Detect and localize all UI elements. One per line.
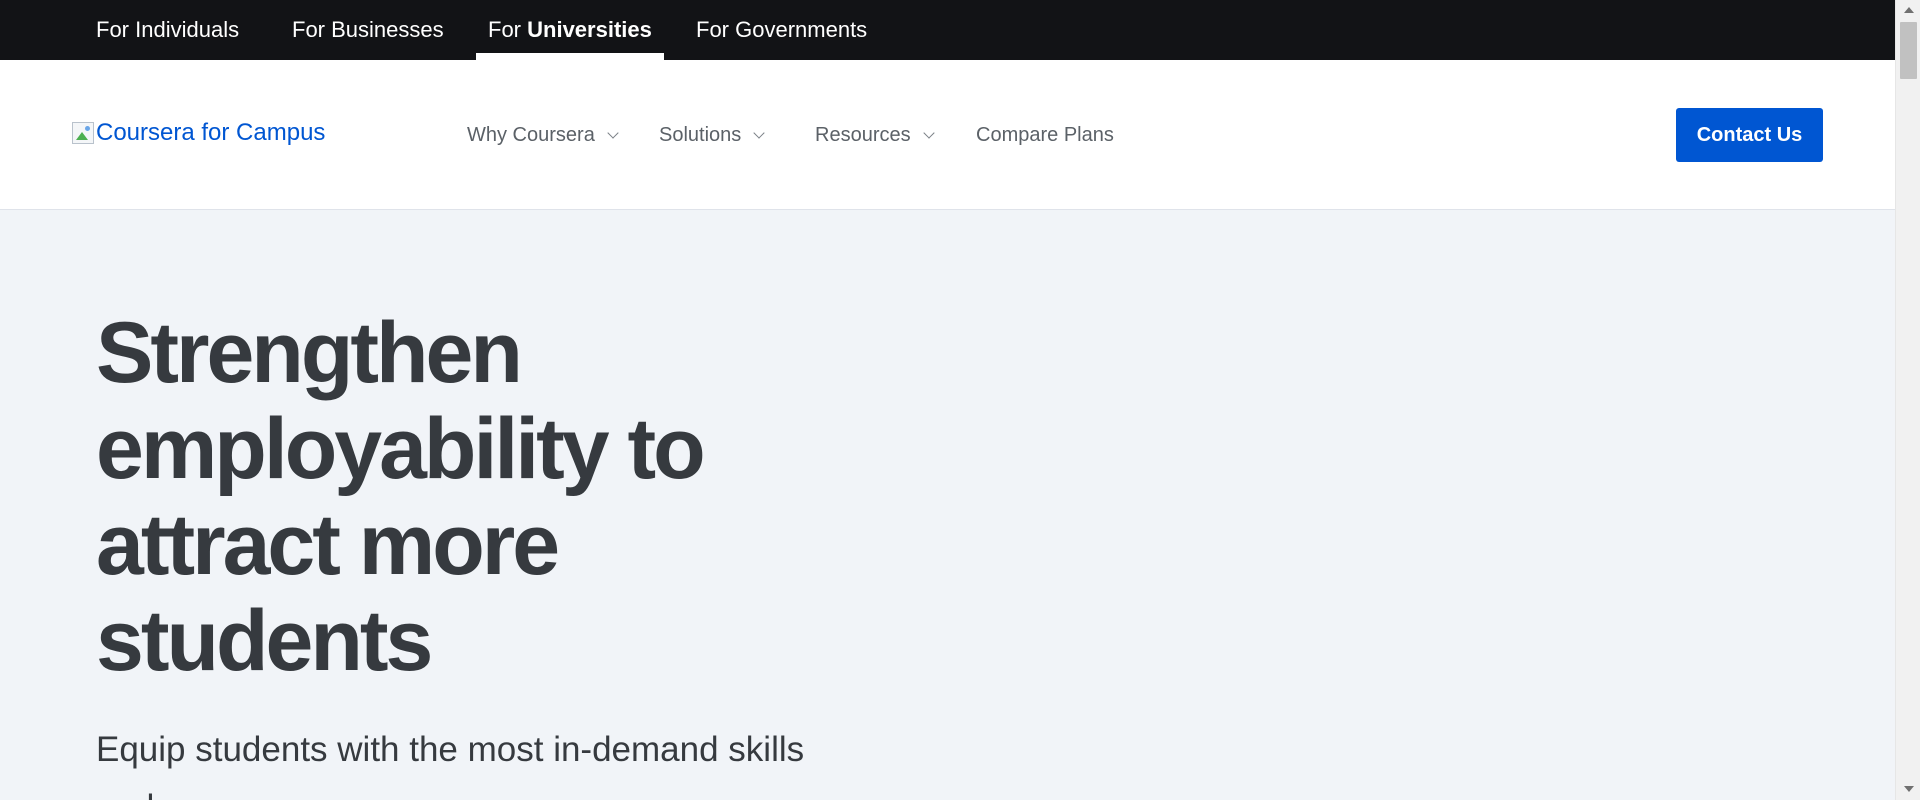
nav-why-coursera[interactable]: Why Coursera bbox=[467, 120, 619, 150]
logo-link[interactable]: Coursera for Campus bbox=[72, 118, 325, 148]
hero-title-line: employability to bbox=[96, 401, 706, 497]
hero-section: Strengthen employability to attract more… bbox=[0, 210, 1895, 800]
audience-tab-prefix: For bbox=[696, 17, 729, 42]
audience-tab-label: Universities bbox=[527, 17, 652, 42]
hero-title-line: Strengthen bbox=[96, 305, 523, 401]
audience-tab-prefix: For bbox=[292, 17, 325, 42]
scrollbar-thumb[interactable] bbox=[1900, 22, 1917, 79]
nav-label: Solutions bbox=[659, 123, 742, 146]
scroll-down-arrow-icon[interactable] bbox=[1904, 786, 1914, 792]
audience-tab-universities[interactable]: For Universities bbox=[476, 0, 664, 60]
hero-title-line: students bbox=[96, 593, 433, 689]
contact-us-button[interactable]: Contact Us bbox=[1676, 108, 1823, 162]
main-header: Coursera for Campus bbox=[0, 60, 1895, 210]
chevron-down-icon bbox=[607, 127, 619, 139]
hero-subtitle: Equip students with the most in-demand s… bbox=[96, 730, 805, 800]
nav-resources[interactable]: Resources bbox=[815, 120, 935, 150]
nav-label: Resources bbox=[815, 123, 911, 146]
nav-compare-plans[interactable]: Compare Plans bbox=[976, 120, 1114, 150]
page: For Individuals For Businesses For Unive… bbox=[0, 0, 1920, 800]
audience-tab-label: Individuals bbox=[135, 17, 240, 42]
audience-tab-label: Governments bbox=[735, 17, 868, 42]
chevron-down-icon bbox=[753, 127, 765, 139]
audience-tab-individuals[interactable]: For Individuals bbox=[96, 0, 239, 60]
logo-alt-text: Coursera for Campus bbox=[96, 119, 326, 146]
nav-label: Compare Plans bbox=[976, 123, 1114, 146]
scroll-up-arrow-icon[interactable] bbox=[1904, 7, 1914, 13]
chevron-down-icon bbox=[922, 127, 935, 139]
audience-tab-businesses[interactable]: For Businesses bbox=[292, 0, 444, 60]
vertical-scrollbar[interactable] bbox=[1895, 0, 1920, 800]
audience-tab-prefix: For bbox=[488, 17, 521, 42]
audience-tab-governments[interactable]: For Governments bbox=[696, 0, 867, 60]
nav-label: Why Coursera bbox=[467, 123, 595, 146]
audience-nav-bar: For Individuals For Businesses For Unive… bbox=[0, 0, 1895, 60]
broken-image-icon bbox=[72, 122, 94, 144]
hero-title: Strengthen employability to attract more… bbox=[96, 305, 836, 689]
hero-title-line: attract more bbox=[96, 497, 560, 593]
audience-tab-label: Businesses bbox=[331, 17, 444, 42]
audience-tab-prefix: For bbox=[96, 17, 129, 42]
nav-solutions[interactable]: Solutions bbox=[659, 120, 765, 150]
